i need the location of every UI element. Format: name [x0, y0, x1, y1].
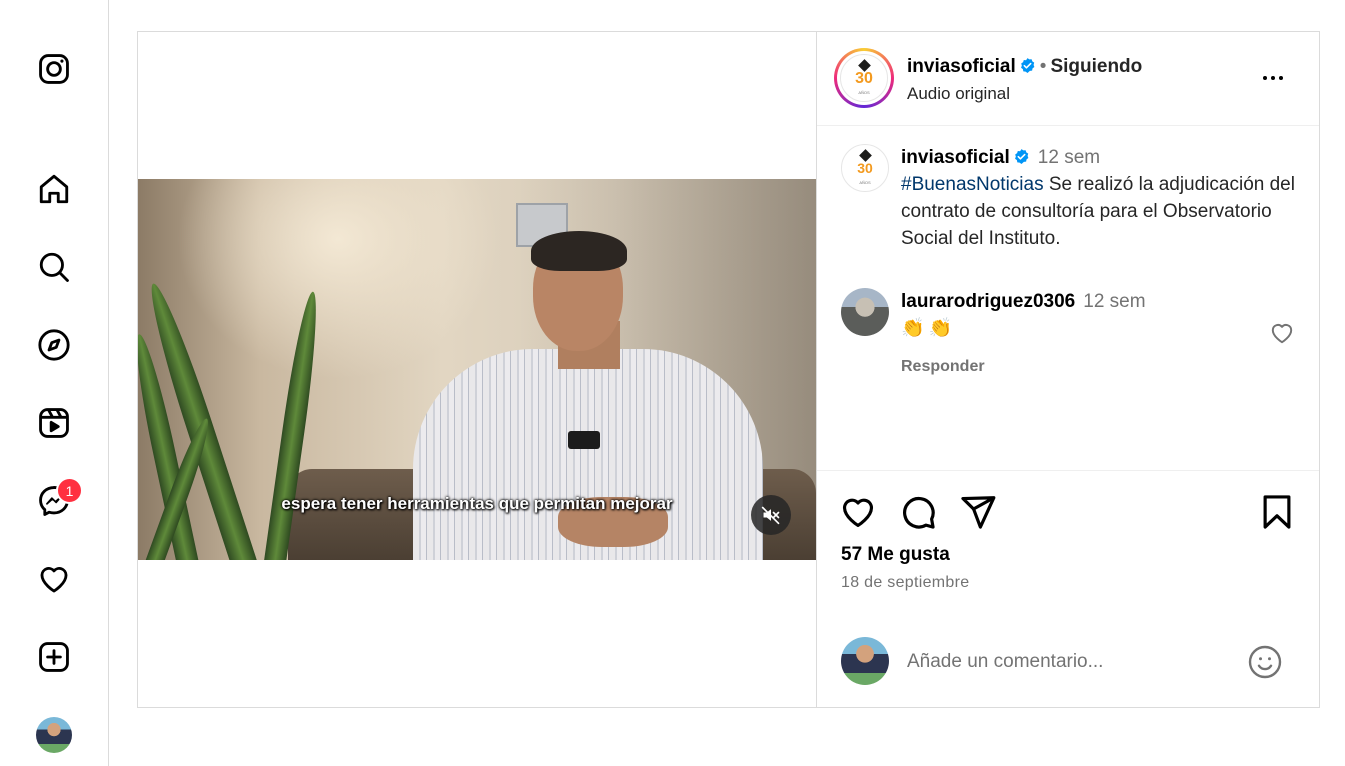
save-bookmark-icon[interactable]: [1258, 493, 1296, 531]
search-icon[interactable]: [36, 249, 72, 285]
explore-icon[interactable]: [36, 327, 72, 363]
author-avatar-story-ring[interactable]: 30 AÑOS: [834, 48, 894, 108]
commenter-username[interactable]: laurarodriguez0306: [901, 291, 1075, 312]
profile-avatar[interactable]: [36, 717, 72, 753]
more-dot-icon: [1271, 76, 1275, 80]
logo-text: AÑOS: [858, 89, 870, 95]
author-line: inviasoficial • Siguiendo: [907, 56, 1142, 78]
add-comment-row: [817, 631, 1319, 707]
verified-badge-icon: [1020, 58, 1035, 73]
comment-bubble-icon[interactable]: [899, 493, 937, 531]
commenter-avatar[interactable]: [841, 288, 889, 336]
comment-item: laurarodriguez0306 12 sem 👏👏 Responder: [841, 288, 1301, 388]
post-date: 18 de septiembre: [841, 574, 970, 591]
post-side-panel: 30 AÑOS inviasoficial • Siguiendo Audio or…: [817, 32, 1319, 707]
speaker-muted-icon: [761, 506, 780, 525]
video-subtitle: espera tener herramientas que permitan m…: [281, 494, 673, 513]
verified-badge-icon: [1014, 149, 1029, 164]
caption-body: inviasoficial 12 sem #BuenasNoticias Se r…: [901, 144, 1301, 252]
more-dot-icon: [1279, 76, 1283, 80]
likes-count[interactable]: 57 Me gusta: [841, 544, 950, 566]
more-dot-icon: [1263, 76, 1267, 80]
comment-body: laurarodriguez0306 12 sem 👏👏: [901, 288, 1146, 342]
comment-time[interactable]: 12 sem: [1083, 291, 1145, 312]
current-user-avatar: [841, 637, 889, 685]
reel-video[interactable]: espera tener herramientas que permitan m…: [138, 179, 816, 560]
notifications-heart-icon[interactable]: [36, 561, 72, 597]
media-column: espera tener herramientas que permitan m…: [138, 32, 817, 707]
post-dialog: espera tener herramientas que permitan m…: [137, 31, 1320, 708]
author-username[interactable]: inviasoficial: [907, 56, 1016, 77]
emoji-picker-icon[interactable]: [1247, 644, 1283, 680]
mute-toggle-button[interactable]: [751, 495, 791, 535]
reply-button[interactable]: Responder: [901, 358, 985, 376]
caption-time[interactable]: 12 sem: [1038, 147, 1100, 168]
caption-author-avatar[interactable]: 30 AÑOS: [841, 144, 889, 192]
post-header: 30 AÑOS inviasoficial • Siguiendo Audio or…: [817, 32, 1319, 126]
caption-username[interactable]: inviasoficial: [901, 147, 1010, 168]
more-options-button[interactable]: [1263, 68, 1293, 88]
video-person-hair: [531, 231, 627, 271]
caption-hashtag-link[interactable]: #BuenasNoticias: [901, 174, 1044, 195]
video-lapel-mic: [568, 431, 600, 449]
post-actions: 57 Me gusta 18 de septiembre: [817, 470, 1319, 707]
following-button[interactable]: Siguiendo: [1050, 56, 1142, 77]
audio-label[interactable]: Audio original: [907, 84, 1010, 104]
messages-badge: 1: [56, 477, 83, 504]
logo-number: 30: [855, 69, 873, 87]
share-send-icon[interactable]: [959, 493, 997, 531]
reels-icon[interactable]: [36, 405, 72, 441]
comment-text: 👏👏: [901, 318, 957, 339]
instagram-logo-icon[interactable]: [36, 51, 72, 87]
logo-number: 30: [857, 159, 873, 176]
logo-text: AÑOS: [859, 179, 871, 185]
header-separator: •: [1039, 56, 1047, 77]
create-icon[interactable]: [36, 639, 72, 675]
like-heart-icon[interactable]: [839, 493, 877, 531]
comment-input[interactable]: [907, 647, 1227, 677]
nav-rail: 1: [0, 0, 109, 766]
comment-like-heart-icon[interactable]: [1269, 320, 1295, 346]
invias-30-logo: 30 AÑOS: [840, 54, 888, 102]
home-icon[interactable]: [36, 171, 72, 207]
